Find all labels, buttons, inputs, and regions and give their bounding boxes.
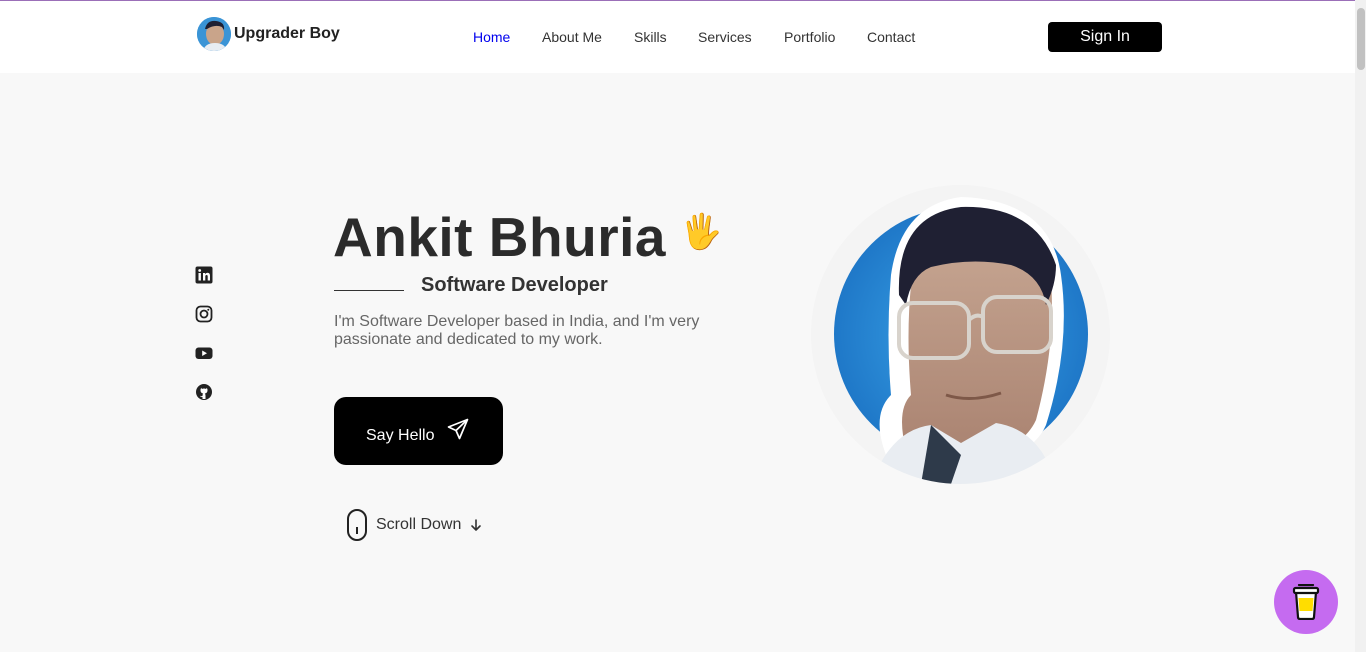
role-divider bbox=[334, 290, 404, 291]
buy-me-a-coffee-button[interactable] bbox=[1274, 570, 1338, 634]
hero-name: Ankit Bhuria bbox=[333, 206, 666, 268]
instagram-icon[interactable] bbox=[195, 305, 213, 323]
sign-in-button[interactable]: Sign In bbox=[1048, 22, 1162, 52]
profile-portrait bbox=[811, 185, 1110, 484]
mouse-icon bbox=[347, 509, 367, 541]
page-scrollbar[interactable] bbox=[1355, 0, 1366, 652]
say-hello-label: Say Hello bbox=[366, 427, 435, 444]
say-hello-button[interactable]: Say Hello bbox=[334, 397, 503, 465]
hero-description: I'm Software Developer based in India, a… bbox=[334, 313, 700, 348]
coffee-cup-icon bbox=[1292, 584, 1320, 620]
github-icon[interactable] bbox=[195, 383, 213, 401]
nav-services[interactable]: Services bbox=[698, 28, 752, 46]
nav-portfolio[interactable]: Portfolio bbox=[784, 28, 835, 46]
send-icon bbox=[447, 418, 469, 440]
nav-about-me[interactable]: About Me bbox=[542, 28, 602, 46]
hero-role: Software Developer bbox=[421, 274, 608, 296]
header: Upgrader Boy Home About Me Skills Servic… bbox=[0, 1, 1355, 73]
linkedin-icon[interactable] bbox=[195, 266, 213, 284]
scroll-down-link[interactable]: Scroll Down bbox=[347, 509, 483, 541]
scroll-down-label: Scroll Down bbox=[376, 516, 462, 533]
arrow-down-icon bbox=[471, 519, 482, 531]
scrollbar-thumb[interactable] bbox=[1357, 8, 1365, 70]
youtube-icon[interactable] bbox=[195, 344, 213, 362]
nav-home[interactable]: Home bbox=[473, 28, 510, 46]
nav-skills[interactable]: Skills bbox=[634, 28, 667, 46]
nav-contact[interactable]: Contact bbox=[867, 28, 915, 46]
waving-hand-icon: 🖐 bbox=[680, 213, 723, 251]
